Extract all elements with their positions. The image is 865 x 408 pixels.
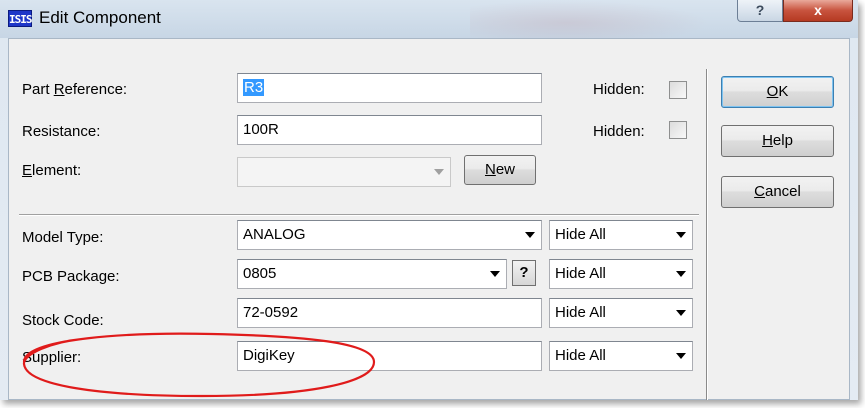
- stock-code-visibility-select[interactable]: Hide All: [549, 298, 693, 328]
- pcb-package-visibility-select[interactable]: Hide All: [549, 259, 693, 289]
- title-bar[interactable]: ISIS Edit Component ? x: [0, 0, 858, 38]
- model-type-label: Model Type:: [22, 229, 104, 246]
- supplier-visibility-select[interactable]: Hide All: [549, 341, 693, 371]
- part-reference-hidden-checkbox[interactable]: [669, 81, 687, 99]
- pcb-package-help-button[interactable]: ?: [512, 260, 536, 286]
- part-reference-hidden-label: Hidden:: [593, 81, 645, 98]
- close-button[interactable]: x: [783, 0, 853, 22]
- close-icon: x: [814, 2, 822, 18]
- resistance-hidden-checkbox[interactable]: [669, 121, 687, 139]
- cancel-button[interactable]: Cancel: [721, 176, 834, 208]
- resistance-label: Resistance:: [22, 123, 101, 140]
- supplier-highlight-ellipse: [22, 332, 376, 398]
- resistance-hidden-label: Hidden:: [593, 123, 645, 140]
- part-reference-label: Part Reference:: [22, 81, 128, 98]
- chevron-down-icon: [434, 169, 444, 175]
- isis-app-icon: ISIS: [8, 10, 33, 27]
- chevron-down-icon: [525, 232, 535, 238]
- help-button[interactable]: Help: [721, 125, 834, 157]
- pcb-package-select[interactable]: 0805: [237, 259, 507, 289]
- part-reference-input[interactable]: R3: [237, 73, 542, 103]
- part-reference-value: R3: [243, 79, 265, 96]
- model-type-visibility-select[interactable]: Hide All: [549, 220, 693, 250]
- buttons-divider: [706, 69, 708, 400]
- chevron-down-icon: [676, 310, 686, 316]
- element-label: Element:: [22, 162, 82, 179]
- title-help-button[interactable]: ?: [737, 0, 783, 22]
- window-title: Edit Component: [39, 8, 161, 27]
- resistance-input[interactable]: 100R: [237, 115, 542, 145]
- ok-button[interactable]: OK: [721, 76, 834, 108]
- chevron-down-icon: [676, 232, 686, 238]
- chevron-down-icon: [676, 271, 686, 277]
- pcb-package-label: PCB Package:: [22, 268, 120, 285]
- model-type-select[interactable]: ANALOG: [237, 220, 542, 250]
- section-divider: [19, 214, 699, 216]
- edit-component-window: ISIS Edit Component ? x Part Reference: …: [0, 0, 858, 400]
- chevron-down-icon: [676, 353, 686, 359]
- chevron-down-icon: [490, 271, 500, 277]
- new-element-button[interactable]: New: [464, 155, 536, 185]
- element-select[interactable]: [237, 157, 451, 187]
